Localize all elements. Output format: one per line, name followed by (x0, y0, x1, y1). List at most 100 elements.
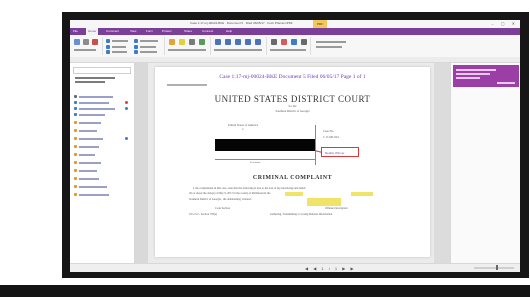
zoom-slider-handle[interactable] (496, 265, 498, 270)
paragraph-2: On or about the date(s) of May 9, 2017 i… (189, 192, 271, 195)
caption-divider (315, 125, 316, 165)
insert-page-icon[interactable] (245, 39, 251, 45)
sidebar-item[interactable] (74, 137, 128, 141)
stamp-icon[interactable] (199, 39, 205, 45)
tab-share[interactable]: Share (184, 29, 192, 33)
ribbon-group-comment (166, 37, 211, 55)
annotation-textbox[interactable]: Reality Winner (321, 147, 359, 157)
tab-file[interactable]: File (73, 29, 78, 33)
zoom-icon[interactable] (92, 39, 98, 45)
hand-tool-icon[interactable] (74, 39, 80, 45)
ribbon-group-tools (72, 37, 103, 55)
left-gutter (135, 63, 148, 263)
bookmark-icon (74, 185, 77, 188)
bookmark-icon (74, 153, 77, 156)
tab-form[interactable]: Form (146, 29, 153, 33)
bookmark-icon (74, 161, 77, 164)
taskbar-strip (0, 285, 530, 297)
bookmark-icon (74, 129, 77, 132)
complaint-title: CRIMINAL COMPLAINT (252, 175, 333, 181)
statute-description: Gathering, Transmitting or Losing Defens… (270, 213, 333, 216)
court-for: for the (288, 104, 297, 108)
form-id-line (167, 84, 207, 86)
paragraph-3: Southern District of Georgia , the defen… (189, 198, 252, 201)
comment-card[interactable] (453, 65, 519, 87)
sidebar-item[interactable] (74, 177, 124, 181)
case-header: Case 1:17-mj-00024-BKE Document 5 Filed … (219, 74, 366, 80)
tab-protect[interactable]: Protect (162, 29, 172, 33)
actual-size-icon[interactable] (134, 45, 138, 49)
ribbon-group-view (104, 37, 165, 55)
status-badge (125, 107, 128, 110)
sidebar-item[interactable] (74, 101, 128, 105)
quick-access-toolbar[interactable] (72, 21, 132, 34)
fit-width-icon[interactable] (106, 45, 110, 49)
document-viewport[interactable]: Case 1:17-mj-00024-BKE Document 5 Filed … (135, 63, 450, 263)
tab-view[interactable]: View (130, 29, 136, 33)
select-text-icon[interactable] (83, 39, 89, 45)
note-icon[interactable] (189, 39, 195, 45)
sidebar-item[interactable] (74, 169, 124, 173)
typewriter-icon[interactable] (169, 39, 175, 45)
case-number-label: Case No. (323, 129, 334, 133)
ribbon-toolbar (70, 35, 520, 58)
paragraph-1: I, the complainant in this case, state t… (193, 187, 307, 190)
pdf-app-window: Case 1:17-mj-00024-BKE · Document 5 · Fi… (70, 20, 520, 272)
page-icon (74, 107, 77, 110)
zoom-slider[interactable] (474, 267, 514, 269)
redaction-block (215, 139, 315, 151)
comments-panel (450, 63, 520, 263)
bookmark-icon (74, 193, 77, 196)
extract-icon[interactable] (255, 39, 261, 45)
fit-visible-icon[interactable] (134, 50, 138, 54)
status-bar: ◀ ◀ 1 / 1 ▶ ▶ (70, 263, 520, 272)
sidebar-item[interactable] (74, 113, 124, 117)
create-pdf-icon[interactable] (215, 39, 221, 45)
bookmark-icon (74, 121, 77, 124)
tab-comment[interactable]: Comment (106, 29, 119, 33)
blank-page-icon[interactable] (235, 39, 241, 45)
pdf-page[interactable]: Case 1:17-mj-00024-BKE Document 5 Filed … (155, 67, 430, 257)
ribbon-tabs: File Home Comment View Form Protect Shar… (70, 28, 520, 35)
sidebar-item[interactable] (74, 129, 124, 133)
code-section-heading: Code Section (215, 207, 230, 210)
links-icon[interactable] (271, 39, 277, 45)
page-navigator[interactable]: ◀ ◀ 1 / 1 ▶ ▶ (305, 266, 356, 271)
reflow-icon[interactable] (134, 39, 138, 43)
page-icon (74, 101, 77, 104)
attach-icon[interactable] (301, 39, 307, 45)
sidebar-item[interactable] (74, 185, 124, 189)
window-title: Case 1:17-mj-00024-BKE · Document 5 · Fi… (190, 21, 293, 25)
offense-heading: Offense Description (325, 207, 348, 210)
fit-page-icon[interactable] (106, 39, 110, 43)
rotate-icon[interactable] (106, 50, 110, 54)
ribbon-group-create (212, 37, 267, 55)
tab-connect[interactable]: Connect (202, 29, 213, 33)
sidebar-item[interactable] (74, 161, 124, 165)
defendant-line (215, 159, 315, 160)
bookmark-icon[interactable] (291, 39, 297, 45)
sidebar-search-input[interactable] (73, 67, 131, 74)
highlight-icon[interactable] (179, 39, 185, 45)
bookmark-icon (74, 145, 77, 148)
ribbon-group-protect (268, 37, 311, 55)
status-badge (125, 101, 128, 104)
status-badge (125, 137, 128, 140)
defendant-label: Defendant (250, 161, 261, 164)
versus-label: v. (241, 127, 245, 131)
scan-icon[interactable] (225, 39, 231, 45)
tab-help[interactable]: Help (226, 29, 232, 33)
court-title: UNITED STATES DISTRICT COURT (214, 94, 371, 104)
tab-home[interactable]: Home (86, 28, 99, 35)
sidebar-item[interactable] (74, 107, 128, 111)
sidebar-item[interactable] (74, 153, 124, 157)
sidebar-item[interactable] (74, 193, 124, 197)
highlight-county (351, 192, 373, 196)
window-controls[interactable]: – ▢ ✕ (491, 21, 518, 26)
sign-icon[interactable] (281, 39, 287, 45)
sidebar-item[interactable] (74, 121, 124, 125)
sidebar-item[interactable] (74, 95, 124, 99)
bookmark-icon (74, 177, 77, 180)
context-tab-pdf[interactable]: PDF (313, 20, 327, 28)
sidebar-item[interactable] (74, 145, 124, 149)
